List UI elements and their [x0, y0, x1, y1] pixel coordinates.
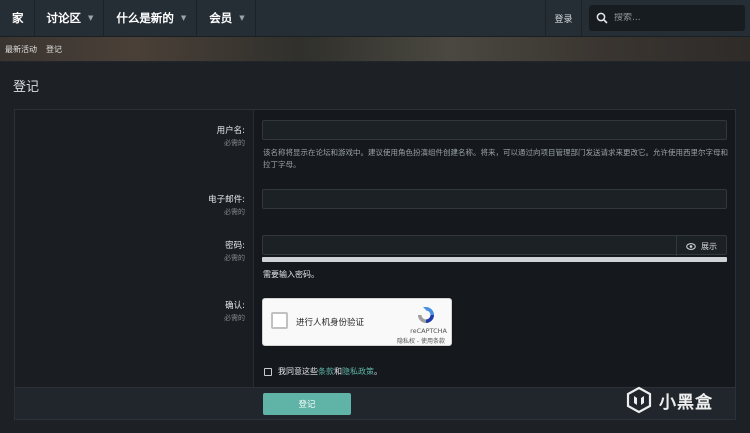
recaptcha-widget: 进行人机身份验证 reCAPTCHA 隐私权 - 使用条款 — [262, 298, 452, 346]
username-required: 必需的 — [224, 139, 245, 147]
login-link[interactable]: 登录 — [545, 0, 582, 36]
password-strength-meter — [262, 257, 727, 262]
confirm-label: 确认: — [225, 301, 245, 311]
privacy-policy-link[interactable]: 隐私政策 — [342, 366, 374, 377]
nav-forums-label: 讨论区 — [46, 11, 82, 25]
registration-form: 用户名: 必需的 该名称将显示在论坛和游戏中。建议使用角色扮演组件创建名称。将来… — [14, 109, 736, 420]
search-icon — [596, 12, 608, 24]
show-password-button[interactable]: 展示 — [676, 236, 726, 256]
breadcrumb: 最新活动 登记 — [0, 37, 750, 62]
nav-home-label: 家 — [12, 11, 24, 25]
breadcrumb-register[interactable]: 登记 — [46, 44, 62, 55]
agree-and: 和 — [334, 367, 342, 376]
recaptcha-logo-icon — [418, 307, 434, 323]
nav-members-label: 会员 — [209, 11, 233, 25]
password-required: 必需的 — [224, 254, 245, 262]
form-label-column — [15, 110, 253, 387]
username-field[interactable] — [262, 120, 727, 140]
chevron-down-icon[interactable]: ▼ — [181, 14, 186, 22]
show-password-label: 展示 — [701, 241, 717, 251]
email-label: 电子邮件: — [208, 195, 245, 205]
register-button[interactable]: 登记 — [263, 393, 351, 415]
password-label: 密码: — [225, 241, 245, 251]
nav-whats-new[interactable]: 什么是新的 ▼ — [104, 0, 198, 36]
search-input[interactable] — [614, 13, 734, 23]
agree-suffix: 。 — [374, 367, 382, 376]
recaptcha-checkbox[interactable] — [271, 312, 288, 329]
nav-home[interactable]: 家 — [0, 0, 35, 36]
username-label: 用户名: — [216, 126, 245, 136]
terms-link[interactable]: 条款 — [318, 366, 334, 377]
nav-members[interactable]: 会员 ▼ — [197, 0, 256, 36]
username-hint: 该名称将显示在论坛和游戏中。建议使用角色扮演组件创建名称。将来，可以通过向项目管… — [263, 148, 728, 169]
top-navigation: 家 讨论区 ▼ 什么是新的 ▼ 会员 ▼ 登录 — [0, 0, 750, 37]
recaptcha-brand: reCAPTCHA — [410, 327, 447, 335]
watermark-text: 小黑盒 — [659, 392, 713, 413]
username-label-group: 用户名: 必需的 — [217, 124, 245, 148]
confirm-label-group: 确认: 必需的 — [224, 299, 245, 323]
breadcrumb-latest-activity[interactable]: 最新活动 — [5, 44, 37, 55]
chevron-down-icon[interactable]: ▼ — [239, 14, 244, 22]
recaptcha-text: 进行人机身份验证 — [296, 318, 365, 328]
chevron-down-icon[interactable]: ▼ — [88, 14, 93, 22]
confirm-required: 必需的 — [224, 314, 245, 322]
search-box[interactable] — [589, 5, 745, 31]
email-field[interactable] — [262, 189, 727, 209]
watermark: 小黑盒 — [625, 386, 713, 414]
password-note: 需要输入密码。 — [263, 270, 319, 279]
nav-whats-new-label: 什么是新的 — [116, 11, 174, 25]
email-label-group: 电子邮件: 必需的 — [208, 193, 245, 217]
password-field[interactable]: 展示 — [262, 235, 727, 256]
password-label-group: 密码: 必需的 — [224, 239, 245, 263]
agree-prefix: 我同意这些 — [278, 367, 318, 376]
agree-checkbox[interactable] — [264, 367, 272, 376]
page-title: 登记 — [13, 80, 40, 95]
nav-forums[interactable]: 讨论区 ▼ — [35, 0, 105, 36]
recaptcha-links[interactable]: 隐私权 - 使用条款 — [397, 336, 445, 345]
xiaoheihe-logo-icon — [626, 386, 652, 414]
agree-terms: 我同意这些 条款 和 隐私政策 。 — [264, 366, 382, 377]
email-required: 必需的 — [224, 208, 245, 216]
eye-icon — [686, 242, 696, 250]
